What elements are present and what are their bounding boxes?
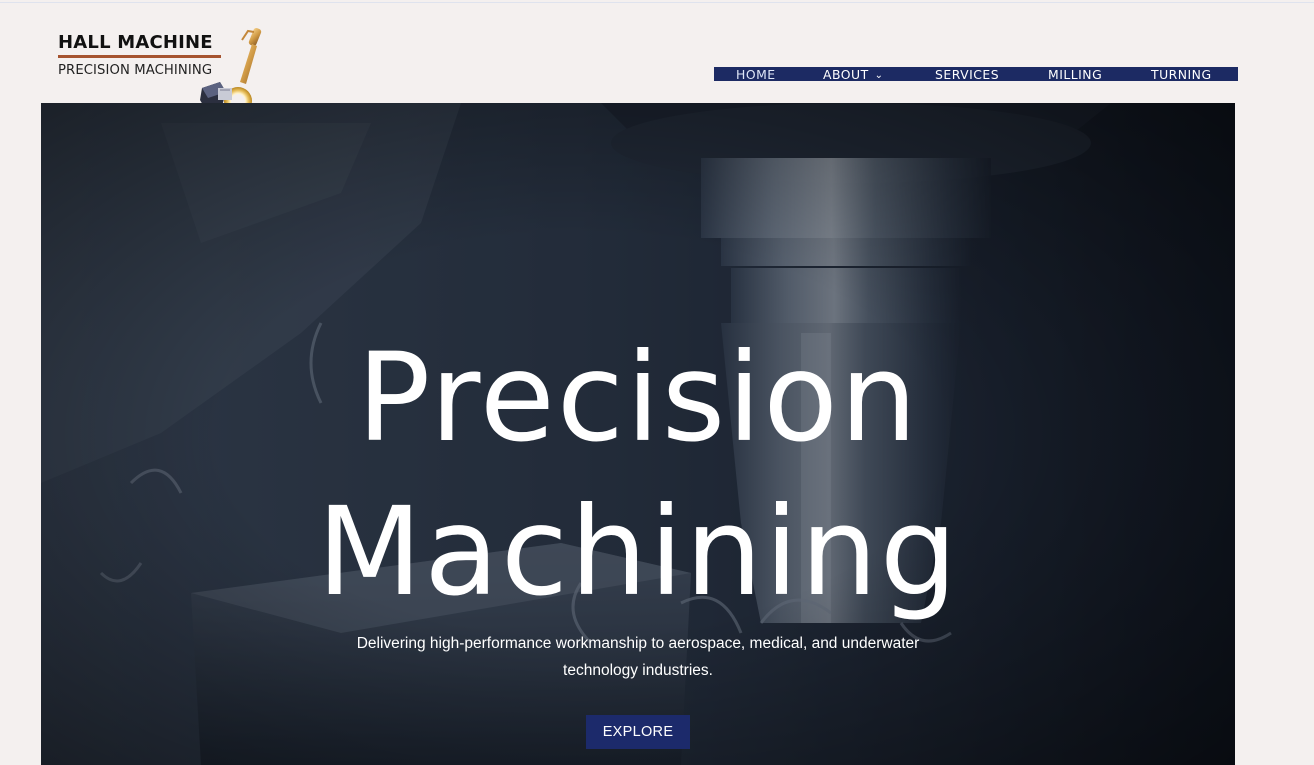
nav-services[interactable]: SERVICES (935, 67, 1000, 82)
logo-wordmark: HALL MACHINE (58, 32, 213, 53)
page: HALL MACHINE PRECISION MACHINING HOME AB… (0, 0, 1314, 765)
hero-subtitle-line2: technology industries. (563, 662, 713, 679)
nav-services-label: SERVICES (935, 67, 1000, 82)
nav-milling[interactable]: MILLING (1048, 67, 1103, 82)
nav-home[interactable]: HOME (736, 67, 776, 82)
nav-about[interactable]: ABOUT ⌄ (823, 67, 884, 82)
hero-subtitle: Delivering high-performance workmanship … (338, 630, 938, 684)
hero-title-line2: Machining (316, 481, 960, 623)
explore-button[interactable]: EXPLORE (586, 715, 690, 749)
logo-tagline: PRECISION MACHINING (58, 63, 213, 78)
nav-milling-label: MILLING (1048, 67, 1103, 82)
hero-subtitle-line1: Delivering high-performance workmanship … (356, 635, 920, 652)
top-divider (0, 2, 1314, 3)
nav-turning[interactable]: TURNING (1151, 67, 1212, 82)
hero-section: Precision Machining Delivering high-perf… (41, 103, 1235, 765)
nav-turning-label: TURNING (1151, 67, 1212, 82)
main-nav: HOME ABOUT ⌄ SERVICES MILLING TURNING (714, 67, 1238, 82)
nav-about-label: ABOUT (823, 67, 869, 82)
hero-title-line1: Precision (356, 327, 920, 469)
nav-home-label: HOME (736, 67, 776, 82)
hero-title: Precision Machining (41, 321, 1235, 629)
chevron-down-icon: ⌄ (874, 70, 884, 81)
